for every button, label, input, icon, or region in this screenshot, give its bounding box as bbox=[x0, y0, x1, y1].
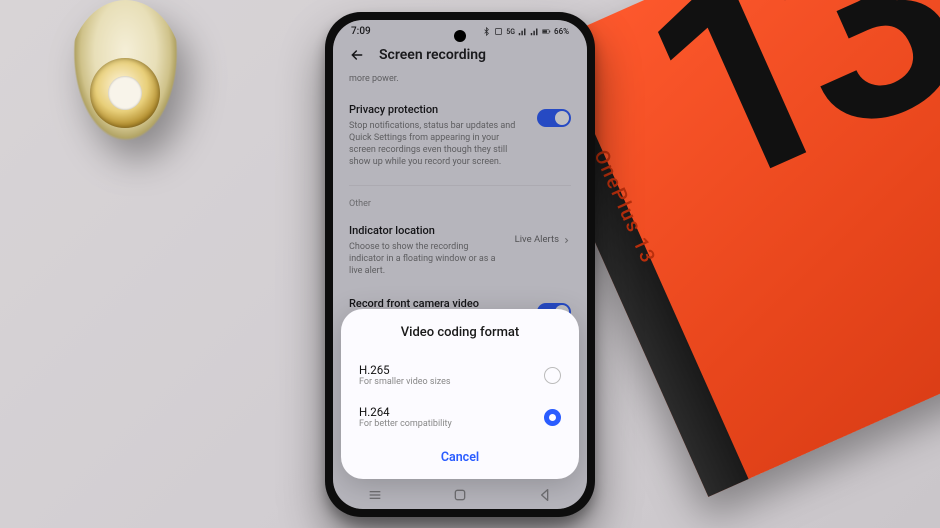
radio-h264[interactable] bbox=[544, 409, 561, 426]
camera-punch-hole bbox=[454, 30, 466, 42]
box-number-text: 13 bbox=[611, 0, 940, 238]
option-h264-title: H.264 bbox=[359, 405, 452, 419]
option-h264[interactable]: H.264 For better compatibility bbox=[359, 396, 561, 438]
phone-frame: 7:09 5G 66% Screen recording more power.… bbox=[325, 12, 595, 517]
nav-back-icon[interactable] bbox=[537, 487, 553, 503]
option-h265-title: H.265 bbox=[359, 363, 451, 377]
sheet-title: Video coding format bbox=[359, 325, 561, 354]
nav-bar bbox=[333, 481, 587, 509]
desk-clock-prop bbox=[68, 0, 183, 150]
radio-h265[interactable] bbox=[544, 367, 561, 384]
cancel-button[interactable]: Cancel bbox=[359, 438, 561, 471]
option-h264-subtitle: For better compatibility bbox=[359, 419, 452, 429]
option-h265-subtitle: For smaller video sizes bbox=[359, 377, 451, 387]
phone-screen: 7:09 5G 66% Screen recording more power.… bbox=[333, 20, 587, 509]
option-h265[interactable]: H.265 For smaller video sizes bbox=[359, 354, 561, 396]
nav-recents-icon[interactable] bbox=[367, 487, 383, 503]
video-coding-sheet: Video coding format H.265 For smaller vi… bbox=[341, 309, 579, 479]
nav-home-icon[interactable] bbox=[452, 487, 468, 503]
